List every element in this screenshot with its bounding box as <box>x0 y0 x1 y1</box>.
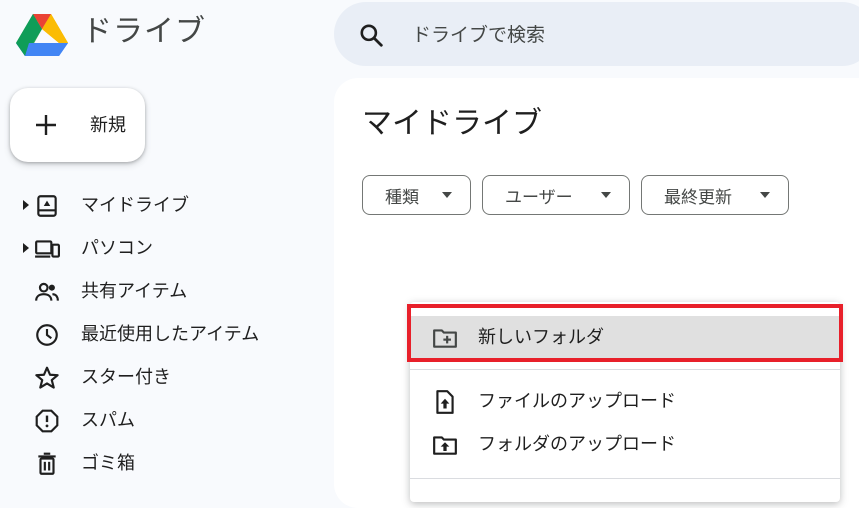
new-context-menu: 新しいフォルダ ファイルのアップロード フォルダのアップロード <box>410 302 840 502</box>
app-title: ドライブ <box>82 14 206 49</box>
filter-chip-label: 種類 <box>385 187 419 208</box>
search-input[interactable] <box>410 14 854 56</box>
new-button-label: 新規 <box>90 115 126 135</box>
my-drive-icon <box>37 195 57 217</box>
sidebar-item-my-drive[interactable]: マイドライブ <box>0 184 330 227</box>
sidebar-item-label: スター付き <box>81 367 171 388</box>
menu-item-label: フォルダのアップロード <box>478 434 676 455</box>
sidebar-item-starred[interactable]: スター付き <box>0 356 330 399</box>
folder-upload-icon <box>433 436 457 455</box>
expand-arrow-icon[interactable] <box>22 242 30 254</box>
menu-divider <box>410 369 840 370</box>
chevron-down-icon <box>442 192 452 198</box>
menu-item-label: ファイルのアップロード <box>478 391 676 412</box>
google-drive-logo-icon[interactable] <box>16 12 68 56</box>
clock-icon <box>36 324 58 346</box>
spam-icon <box>35 409 59 433</box>
search-icon[interactable] <box>358 22 384 48</box>
sidebar-item-label: ゴミ箱 <box>81 453 135 474</box>
filter-chip-label: 最終更新 <box>664 187 732 208</box>
sidebar-item-recent[interactable]: 最近使用したアイテム <box>0 313 330 356</box>
trash-icon <box>38 452 56 475</box>
shared-people-icon <box>35 282 59 301</box>
filter-type-chip[interactable]: 種類 <box>362 175 471 215</box>
sidebar-item-label: スパム <box>81 410 135 431</box>
sidebar-item-shared[interactable]: 共有アイテム <box>0 270 330 313</box>
expand-arrow-icon[interactable] <box>22 199 30 211</box>
filter-modified-chip[interactable]: 最終更新 <box>641 175 789 215</box>
search-bar[interactable] <box>334 2 859 66</box>
menu-item-folder-upload[interactable]: フォルダのアップロード <box>410 423 840 467</box>
star-icon <box>35 366 59 389</box>
sidebar-item-label: 最近使用したアイテム <box>81 324 260 345</box>
sidebar-item-spam[interactable]: スパム <box>0 399 330 442</box>
menu-item-label: 新しいフォルダ <box>478 327 604 348</box>
plus-icon <box>36 115 56 135</box>
sidebar-item-label: マイドライブ <box>81 195 189 216</box>
sidebar-item-label: 共有アイテム <box>81 281 188 302</box>
menu-item-file-upload[interactable]: ファイルのアップロード <box>410 380 840 424</box>
new-button[interactable]: 新規 <box>10 88 145 162</box>
menu-divider <box>410 478 840 479</box>
new-folder-icon <box>433 329 457 348</box>
menu-item-new-folder[interactable]: 新しいフォルダ <box>410 316 840 360</box>
file-upload-icon <box>436 390 454 414</box>
computers-icon <box>35 240 60 258</box>
chevron-down-icon <box>760 192 770 198</box>
sidebar-item-trash[interactable]: ゴミ箱 <box>0 442 330 485</box>
page-title: マイドライブ <box>362 106 542 141</box>
filter-chip-label: ユーザー <box>505 187 573 208</box>
filter-user-chip[interactable]: ユーザー <box>482 175 630 215</box>
sidebar-item-computers[interactable]: パソコン <box>0 227 330 270</box>
chevron-down-icon <box>601 192 611 198</box>
sidebar-item-label: パソコン <box>81 238 153 259</box>
sidebar-nav: マイドライブ パソコン 共有アイテム 最近使用したアイテム スター付き スパム … <box>0 184 330 485</box>
